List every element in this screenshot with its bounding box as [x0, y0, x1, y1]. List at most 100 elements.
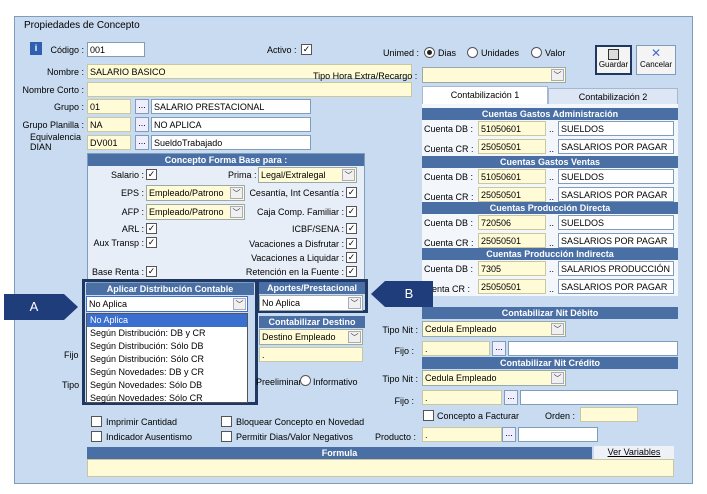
grupo-lookup-button[interactable]: ... [135, 99, 149, 114]
cuenta-cr-input[interactable]: 25050501 [478, 233, 546, 248]
cuenta-db-desc: SUELDOS [558, 121, 674, 136]
distribucion-option[interactable]: Según Distribución: DB y CR [87, 327, 247, 340]
fijo-label: Fijo [64, 350, 79, 360]
distribucion-options: No Aplica Según Distribución: DB y CR Segú… [86, 313, 248, 403]
caja-checkbox[interactable]: ✓ [346, 206, 357, 217]
cuenta-db-desc: SUELDOS [558, 169, 674, 184]
afp-select[interactable]: Empleado/Patrono ﹀ [146, 204, 245, 220]
cuenta-cr-lookup[interactable]: .. [549, 238, 554, 248]
grupo-planilla-input[interactable]: NA [87, 117, 131, 132]
nit-credito-lookup-button[interactable]: ... [504, 390, 518, 405]
chevron-down-icon: ﹀ [551, 323, 564, 335]
nit-debito-tipo-label: Tipo Nit : [382, 325, 418, 335]
unimed-unidades-radio[interactable] [467, 47, 478, 58]
tipo-label: Tipo [62, 380, 80, 390]
imprimir-label: Imprimir Cantidad [106, 417, 178, 427]
callout-a: A [4, 294, 64, 320]
salario-checkbox[interactable]: ✓ [146, 169, 157, 180]
save-button[interactable]: Guardar [595, 45, 632, 75]
cuenta-cr-lookup[interactable]: .. [549, 284, 554, 294]
destino-select[interactable]: Destino Empleado ﹀ [259, 329, 363, 345]
cuenta-db-input[interactable]: 51050601 [478, 169, 546, 184]
distribucion-select[interactable]: No Aplica ﹀ [86, 296, 248, 312]
distribucion-option[interactable]: Según Novedades: Sólo DB [87, 379, 247, 392]
aportes-select[interactable]: No Aplica ﹀ [259, 295, 363, 311]
formula-input[interactable] [87, 459, 674, 477]
ver-variables-button[interactable]: Ver Variables [594, 446, 674, 459]
cuenta-db-input[interactable]: 720506 [478, 215, 546, 230]
destino-fijo-input[interactable]: . [259, 347, 363, 362]
nit-debito-tipo-select[interactable]: Cedula Empleado ﹀ [422, 321, 566, 337]
chevron-down-icon: ﹀ [551, 372, 564, 384]
cuenta-cr-input[interactable]: 25050501 [478, 187, 546, 202]
activo-checkbox[interactable]: ✓ [301, 44, 312, 55]
orden-input[interactable] [580, 407, 638, 422]
nombre-corto-input[interactable] [87, 82, 412, 97]
nit-debito-fijo-input[interactable]: . [422, 341, 490, 356]
nit-debito-header: Contabilizar Nit Débito [422, 307, 678, 319]
cuenta-db-lookup[interactable]: .. [549, 172, 554, 182]
concepto-facturar-checkbox[interactable] [423, 410, 434, 421]
unimed-valor-label: Valor [545, 48, 566, 58]
vac-liquidar-checkbox[interactable]: ✓ [346, 252, 357, 263]
producto-desc [518, 427, 598, 442]
activo-label: Activo : [267, 45, 297, 55]
cesantia-checkbox[interactable]: ✓ [346, 187, 357, 198]
caja-label: Caja Comp. Familiar : [256, 207, 344, 217]
distribucion-option[interactable]: Según Distribución: Sólo DB [87, 340, 247, 353]
nit-debito-lookup-button[interactable]: ... [492, 341, 506, 356]
cuenta-cr-input[interactable]: 25050501 [478, 139, 546, 154]
cuenta-cr-lookup[interactable]: .. [549, 192, 554, 202]
aux-checkbox[interactable]: ✓ [146, 237, 157, 248]
informativo-radio[interactable] [300, 375, 311, 386]
cuenta-db-lookup[interactable]: .. [549, 218, 554, 228]
producto-lookup-button[interactable]: ... [502, 427, 516, 442]
cuenta-db-input[interactable]: 7305 [478, 261, 546, 276]
grupo-input[interactable]: 01 [87, 99, 131, 114]
unimed-valor-radio[interactable] [531, 47, 542, 58]
distribucion-option[interactable]: Según Novedades: DB y CR [87, 366, 247, 379]
icbf-checkbox[interactable]: ✓ [346, 223, 357, 234]
base-renta-checkbox[interactable]: ✓ [146, 266, 157, 277]
cuenta-db-label: Cuenta DB : [424, 218, 474, 228]
retencion-label: Retención en la Fuente : [245, 267, 344, 277]
cuenta-db-lookup[interactable]: .. [549, 124, 554, 134]
vac-disfrutar-checkbox[interactable]: ✓ [346, 238, 357, 249]
grupo-planilla-lookup-button[interactable]: ... [135, 117, 149, 132]
bloquear-checkbox[interactable] [221, 416, 232, 427]
distribucion-option[interactable]: Según Distribución: Sólo CR [87, 353, 247, 366]
codigo-input[interactable]: 001 [87, 42, 145, 57]
tipo-hora-select[interactable]: ﹀ [422, 67, 566, 83]
cuenta-cr-lookup[interactable]: .. [549, 144, 554, 154]
nit-credito-tipo-select[interactable]: Cedula Empleado ﹀ [422, 370, 566, 386]
distribucion-option[interactable]: No Aplica [87, 314, 247, 327]
cuenta-cr-input[interactable]: 25050501 [478, 279, 546, 294]
arl-checkbox[interactable]: ✓ [146, 223, 157, 234]
cuenta-cr-desc: SASLARIOS POR PAGAR [558, 233, 674, 248]
cuenta-cr-label: Cuenta CR : [424, 238, 474, 248]
cuentas-header: Cuentas Producción Directa [422, 202, 678, 214]
tab-contabilizacion-1[interactable]: Contabilización 1 [422, 86, 548, 104]
nit-credito-fijo-input[interactable]: . [422, 390, 502, 405]
chevron-down-icon: ﹀ [233, 298, 246, 310]
retencion-checkbox[interactable]: ✓ [346, 266, 357, 277]
cancel-button[interactable]: ✕ Cancelar [636, 45, 676, 75]
distribucion-option[interactable]: Según Novedades: Sólo CR [87, 392, 247, 405]
chevron-down-icon: ﹀ [342, 169, 355, 181]
cuenta-db-lookup[interactable]: .. [549, 264, 554, 274]
prima-select[interactable]: Legal/Extralegal ﹀ [258, 167, 357, 183]
cuenta-db-input[interactable]: 51050601 [478, 121, 546, 136]
equivalencia-input[interactable]: DV001 [87, 135, 131, 150]
nit-credito-header: Contabilizar Nit Crédito [422, 357, 678, 369]
unimed-dias-radio[interactable] [424, 47, 435, 58]
producto-input[interactable]: . [422, 427, 502, 442]
eps-select[interactable]: Empleado/Patrono ﹀ [146, 185, 245, 201]
equivalencia-lookup-button[interactable]: ... [135, 135, 149, 150]
equivalencia-desc: SueldoTrabajado [151, 135, 311, 150]
formula-header: Formula [87, 447, 592, 459]
nombre-label: Nombre : [46, 67, 84, 77]
permitir-checkbox[interactable] [221, 431, 232, 442]
nit-credito-desc [520, 390, 678, 405]
indicador-checkbox[interactable] [91, 431, 102, 442]
imprimir-checkbox[interactable] [91, 416, 102, 427]
